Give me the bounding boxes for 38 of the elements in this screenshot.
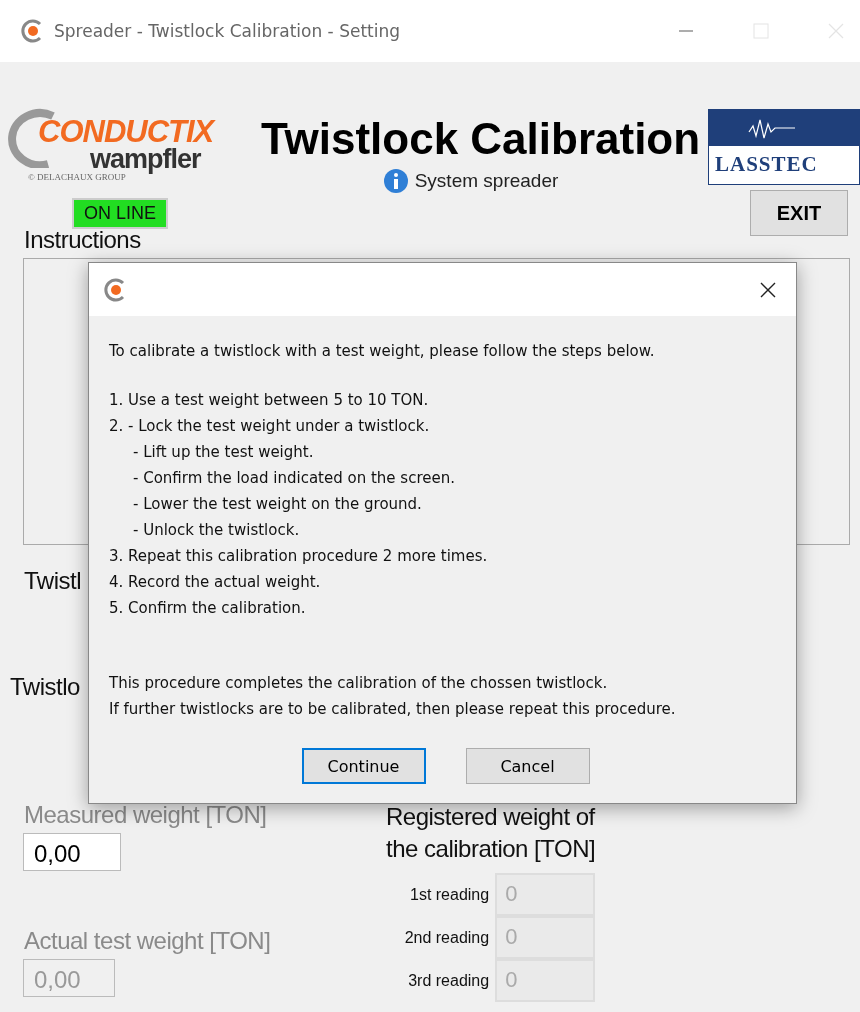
- app-logo-icon: [103, 277, 127, 302]
- app-logo-icon: [20, 19, 44, 43]
- close-icon[interactable]: [760, 281, 776, 298]
- window-title: Spreader - Twistlock Calibration - Setting: [54, 21, 401, 41]
- company-logo: CONDUCTIX wampfler © DELACHAUX GROUP: [8, 106, 253, 184]
- step-text: 3. Repeat this calibration procedure 2 more times.: [109, 546, 489, 567]
- dialog-button[interactable]: Continue: [301, 748, 426, 784]
- section-label: Twistl: [24, 567, 81, 595]
- section-label: Twistlo: [10, 673, 80, 701]
- step-text: - Confirm the load indicated on the screen.: [133, 468, 456, 489]
- page-title: Twistlock Calibration: [260, 114, 701, 164]
- reading-field: 0: [495, 873, 596, 916]
- reading-label: 1st reading: [409, 885, 490, 904]
- step-text: - Lower the test weight on the ground.: [133, 494, 423, 515]
- reading-label: 3rd reading: [407, 971, 490, 990]
- step-text: - Lift up the test weight.: [133, 442, 315, 463]
- step-text: 5. Confirm the calibration.: [109, 598, 307, 619]
- reading-label: 2nd reading: [403, 928, 490, 947]
- step-text: - Unlock the twistlock.: [133, 520, 301, 541]
- dialog-text: To calibrate a twistlock with a test weight, please follow the steps below.: [109, 341, 656, 362]
- step-text: 1. Use a test weight between 5 to 10 TON.: [109, 390, 430, 411]
- reading-field: 0: [495, 916, 596, 959]
- info-icon: [382, 168, 409, 194]
- measured-weight-field[interactable]: 0,00: [23, 833, 121, 871]
- field-label: Actual test weight [TON]: [24, 927, 271, 955]
- field-label: Measured weight [TON]: [24, 801, 267, 829]
- status-badge: ON LINE: [72, 198, 169, 229]
- section-label: Instructions: [24, 226, 141, 254]
- step-text: 2. - Lock the test weight under a twistlock.: [109, 416, 431, 437]
- step-text: 4. Record the actual weight.: [109, 572, 322, 593]
- dialog-button[interactable]: Cancel: [465, 748, 590, 784]
- system-label: System spreader: [414, 170, 559, 192]
- exit-button[interactable]: EXIT: [750, 190, 848, 236]
- partner-logo: LASSTEC: [708, 109, 860, 185]
- dialog-text: If further twistlocks are to be calibrated, then please repeat this procedure.: [109, 699, 677, 720]
- registered-weight-label: Registered weight of the calibration [TON]: [386, 802, 596, 864]
- reading-field: 0: [495, 959, 596, 1002]
- dialog-text: This procedure completes the calibration of the chossen twistlock.: [109, 673, 609, 694]
